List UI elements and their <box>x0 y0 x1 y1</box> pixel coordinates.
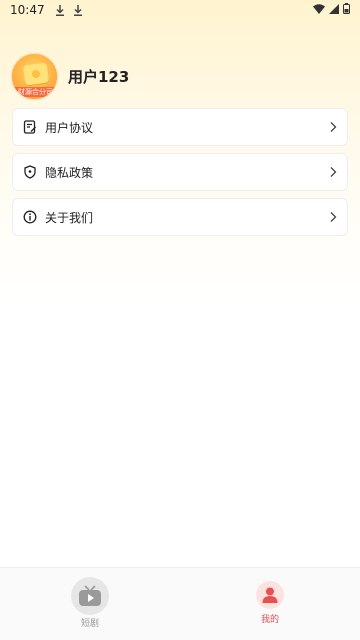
tv-play-icon <box>71 577 109 615</box>
menu-item-label: 用户协议 <box>45 120 94 135</box>
menu-item-about-us[interactable]: 关于我们 <box>12 198 348 236</box>
chevron-right-icon <box>329 166 337 178</box>
signal-icon <box>329 3 339 17</box>
wifi-icon <box>313 3 325 17</box>
profile-header: 财源合分司 用户123 <box>11 52 129 100</box>
avatar-caption: 财源合分司 <box>12 86 57 97</box>
status-bar: 10:47 <box>0 0 360 20</box>
tab-mine[interactable]: 我的 <box>180 568 360 640</box>
info-icon <box>23 210 37 224</box>
menu-item-privacy-policy[interactable]: 隐私政策 <box>12 153 348 191</box>
bottom-tab-bar: 短剧 我的 <box>0 567 360 640</box>
header-background <box>0 0 360 300</box>
chevron-right-icon <box>329 121 337 133</box>
user-icon <box>256 581 284 609</box>
tab-label: 我的 <box>260 615 279 625</box>
download-icon <box>55 4 65 16</box>
avatar[interactable]: 财源合分司 <box>11 52 58 100</box>
agreement-icon <box>23 120 37 134</box>
menu-item-label: 隐私政策 <box>45 165 94 180</box>
battery-icon <box>343 3 350 17</box>
tab-short-drama[interactable]: 短剧 <box>0 568 180 640</box>
download-icon <box>73 4 83 16</box>
tab-label: 短剧 <box>80 619 99 629</box>
red-packet-icon <box>22 61 50 86</box>
menu-item-user-agreement[interactable]: 用户协议 <box>12 108 348 146</box>
status-time: 10:47 <box>10 3 45 17</box>
menu-item-label: 关于我们 <box>45 210 94 225</box>
shield-icon <box>23 165 37 179</box>
chevron-right-icon <box>329 211 337 223</box>
username: 用户123 <box>68 67 130 86</box>
